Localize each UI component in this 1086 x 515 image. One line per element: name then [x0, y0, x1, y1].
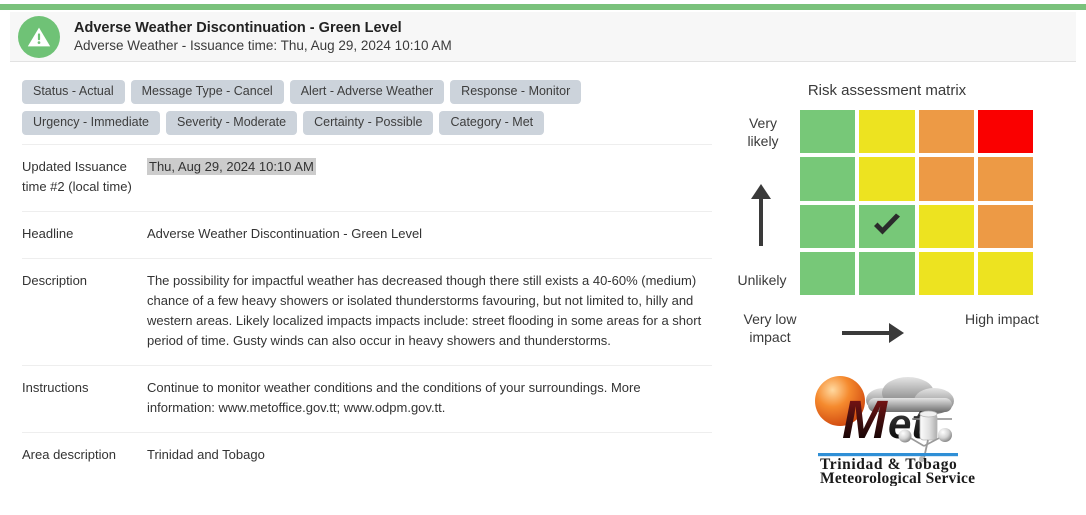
risk-matrix-cell	[918, 251, 974, 295]
risk-matrix-cell	[977, 251, 1033, 295]
tag-chip[interactable]: Urgency - Immediate	[22, 111, 161, 136]
risk-matrix-cell-selected	[859, 204, 915, 248]
risk-matrix-cell	[800, 204, 856, 248]
risk-matrix-cell	[977, 110, 1033, 154]
risk-matrix-cell	[977, 204, 1033, 248]
table-row: Area description Trinidad and Tobago	[22, 432, 712, 480]
check-icon	[873, 213, 900, 235]
table-row: Headline Adverse Weather Discontinuation …	[22, 211, 712, 259]
risk-matrix-cell	[918, 157, 974, 201]
detail-value: Adverse Weather Discontinuation - Green …	[147, 226, 423, 242]
detail-label: Description	[22, 273, 88, 289]
tag-chip[interactable]: Certainty - Possible	[303, 111, 434, 136]
risk-matrix-cell	[800, 251, 856, 295]
tag-chip[interactable]: Message Type - Cancel	[130, 80, 284, 105]
tag-chip[interactable]: Alert - Adverse Weather	[289, 80, 445, 105]
up-arrow-icon	[750, 184, 772, 251]
risk-y-axis-bottom-label: Unlikely	[737, 272, 787, 288]
tag-chip[interactable]: Response - Monitor	[450, 80, 582, 105]
detail-label: Area description	[22, 447, 116, 463]
risk-matrix-cell	[918, 110, 974, 154]
table-row: Updated Issuance time #2 (local time) Thu…	[22, 144, 712, 212]
detail-value: The possibility for impactful weather ha…	[147, 273, 702, 349]
detail-label: Updated Issuance time #2 (local time)	[22, 159, 132, 195]
top-accent-bar	[0, 4, 1086, 10]
risk-assessment-matrix: Risk assessment matrix Very likely Unlik…	[722, 82, 1052, 352]
page-title: Adverse Weather Discontinuation - Green …	[74, 19, 402, 36]
highlighted-value: Thu, Aug 29, 2024 10:10 AM	[147, 158, 316, 175]
detail-value: Continue to monitor weather conditions a…	[147, 380, 641, 416]
alert-detail-table: Updated Issuance time #2 (local time) Thu…	[22, 144, 712, 479]
detail-label: Instructions	[22, 380, 89, 396]
risk-matrix-cell	[800, 157, 856, 201]
risk-matrix-cell	[977, 157, 1033, 201]
alert-subtitle: Adverse Weather - Issuance time: Thu, Au…	[74, 38, 452, 54]
warning-triangle-icon	[18, 15, 60, 58]
risk-matrix-cell	[859, 110, 915, 154]
risk-y-axis-top-label: Very likely	[747, 115, 779, 150]
tag-chip[interactable]: Status - Actual	[22, 80, 125, 105]
right-arrow-icon	[842, 322, 904, 349]
risk-matrix-grid	[800, 110, 1033, 295]
risk-matrix-cell	[859, 251, 915, 295]
alert-header: Adverse Weather Discontinuation - Green …	[10, 12, 1076, 62]
detail-value: Trinidad and Tobago	[147, 447, 265, 463]
table-row: Description The possibility for impactful…	[22, 258, 712, 366]
risk-matrix-title: Risk assessment matrix	[807, 82, 967, 99]
logo-line-2: Meteorological Service	[820, 470, 975, 486]
risk-x-axis-right-label: High impact	[965, 311, 1039, 327]
risk-matrix-cell	[859, 157, 915, 201]
risk-matrix-cell	[918, 204, 974, 248]
table-row: Instructions Continue to monitor weather …	[22, 365, 712, 433]
risk-x-axis-left-label: Very low impact	[743, 311, 797, 346]
met-office-logo: M et Trinidad & Tobago Meteorological Se…	[812, 366, 1012, 486]
risk-matrix-cell	[800, 110, 856, 154]
tag-chip[interactable]: Category - Met	[439, 111, 545, 136]
tag-chip[interactable]: Severity - Moderate	[166, 111, 298, 136]
detail-value: Thu, Aug 29, 2024 10:10 AM	[147, 145, 712, 212]
svg-text:M: M	[842, 390, 888, 450]
header-text-block: Adverse Weather Discontinuation - Green …	[74, 19, 452, 55]
detail-label: Headline	[22, 226, 74, 242]
tag-list: Status - Actual Message Type - Cancel Aler…	[22, 80, 712, 142]
